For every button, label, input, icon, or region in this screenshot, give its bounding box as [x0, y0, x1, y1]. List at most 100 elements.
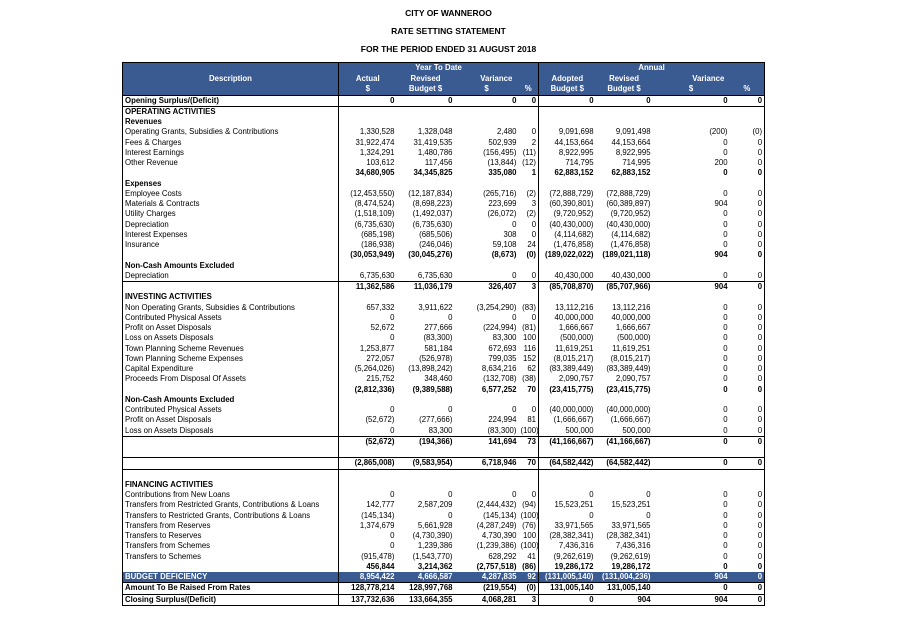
row-value: (685,506): [419, 229, 453, 239]
row-value: 0: [595, 94, 653, 107]
row-value: [455, 480, 519, 490]
table-row: Town Planning Scheme Revenues 1,253,877 58…: [123, 343, 765, 354]
row-value: 0: [723, 229, 728, 239]
row-value: 0: [531, 270, 537, 280]
row-value: (83,389,449): [538, 364, 596, 375]
row-value: (3,254,290): [476, 302, 517, 312]
row-value: [519, 106, 539, 117]
row-value: 657,332: [338, 302, 397, 313]
row-value: 0: [723, 374, 728, 384]
row-value: 137,732,636: [338, 593, 397, 606]
row-value: [397, 179, 455, 189]
row-value: [519, 480, 539, 490]
row-value: 0: [723, 551, 728, 561]
row-value: 0: [723, 520, 728, 530]
row-value: (85,707,966): [595, 281, 653, 293]
row-value: (5,264,026): [338, 364, 397, 375]
row-value: (13,844): [487, 158, 517, 167]
row-value: 0: [723, 415, 728, 425]
row-value: [653, 480, 730, 490]
row-value: 0: [757, 333, 763, 343]
row-value: (4,114,682): [538, 229, 596, 240]
row-description: Employee Costs: [125, 188, 182, 198]
row-value: 0: [512, 405, 517, 414]
table-row: Fees & Charges 31,922,474 31,419,535 502,93…: [123, 137, 765, 148]
row-value: 3: [518, 281, 539, 293]
row-value: 0: [723, 323, 728, 332]
row-value: 128,778,214: [338, 582, 397, 595]
row-value: 0: [723, 384, 728, 394]
row-value: 0: [338, 425, 397, 437]
row-value: (526,978): [419, 353, 453, 363]
row-value: 117,456: [424, 158, 453, 167]
row-value: [455, 179, 519, 189]
row-value: 4,666,587: [396, 572, 455, 583]
row-value: [538, 447, 596, 458]
table-row: (30,053,949) (30,045,276) (8,673) (0) (189,0…: [123, 250, 765, 261]
row-value: (86): [522, 561, 537, 571]
row-description: [122, 281, 339, 293]
header-actual-dollar: $: [338, 84, 397, 95]
row-value: 13,112,216: [538, 302, 596, 313]
row-value: 8,922,995: [615, 147, 651, 157]
row-value: [397, 292, 455, 302]
header-revised-budget: Revised: [396, 73, 455, 84]
row-description: [123, 447, 339, 458]
table-row: Operating Grants, Subsidies & Contributi…: [123, 127, 765, 138]
row-description: Town Planning Scheme Expenses: [125, 353, 243, 363]
table-row: OPERATING ACTIVITIES: [123, 106, 765, 117]
row-value: 0: [757, 415, 763, 425]
row-value: 0: [723, 188, 728, 198]
row-value: (41,166,667): [595, 435, 653, 447]
row-description: Capital Expenditure: [125, 364, 194, 373]
table-row: Insurance (186,938) (246,046) 59,108 24 (1,47…: [123, 240, 765, 251]
row-description: Contributed Physical Assets: [125, 312, 222, 322]
table-row: Employee Costs (12,453,550) (12,187,834) (2…: [123, 188, 765, 199]
row-value: (2,812,336): [338, 384, 397, 395]
report-title: RATE SETTING STATEMENT: [391, 26, 506, 36]
table-row: Proceeds From Disposal Of Assets 215,752 3…: [123, 374, 765, 385]
row-value: 0: [512, 312, 517, 322]
row-value: [519, 261, 539, 271]
row-value: [730, 480, 765, 490]
row-value: [455, 447, 519, 458]
row-value: [538, 394, 596, 405]
row-value: 0: [338, 531, 397, 542]
row-value: 31,922,474: [338, 137, 397, 148]
row-value: 141,694: [454, 435, 519, 447]
row-value: (38): [522, 374, 537, 384]
row-value: (13,898,242): [408, 364, 453, 373]
row-value: 0: [723, 219, 728, 229]
row-description: [123, 250, 339, 260]
row-value: [730, 447, 765, 458]
row-value: [538, 292, 596, 303]
row-description: Transfers from Schemes: [125, 541, 211, 551]
row-value: 62: [527, 364, 537, 373]
row-value: (189,022,022): [538, 250, 596, 261]
header-variance: Variance: [454, 73, 539, 84]
row-value: [397, 117, 455, 127]
row-value: [455, 117, 519, 127]
row-value: 81: [527, 415, 537, 425]
row-value: 15,523,251: [538, 500, 596, 511]
row-value: 0: [757, 343, 763, 353]
row-value: 0: [531, 127, 537, 137]
row-value: (30,045,276): [408, 250, 453, 260]
row-value: 223,699: [488, 199, 517, 208]
row-value: 0: [757, 510, 763, 520]
row-value: 0: [338, 490, 397, 501]
row-value: 456,844: [338, 561, 397, 572]
table-row: Materials & Contracts (8,474,524) (8,698,2…: [123, 199, 765, 210]
row-value: (64,582,442): [595, 457, 653, 470]
row-value: 0: [729, 94, 765, 107]
row-value: 0: [538, 593, 596, 606]
table-row: Closing Surplus/(Deficit) 137,732,636 133,…: [122, 593, 765, 606]
row-value: 0: [652, 457, 730, 470]
row-value: [730, 395, 765, 405]
header-variance-annual-dollar: $: [652, 84, 730, 95]
row-value: 0: [723, 510, 728, 520]
row-value: 59,108: [492, 240, 517, 249]
row-value: 714,995: [622, 158, 651, 167]
table-body: Opening Surplus/(Deficit) 0 0 0 0 0 0 0 0 OPERATI…: [122, 94, 765, 606]
row-value: 0: [757, 531, 763, 540]
